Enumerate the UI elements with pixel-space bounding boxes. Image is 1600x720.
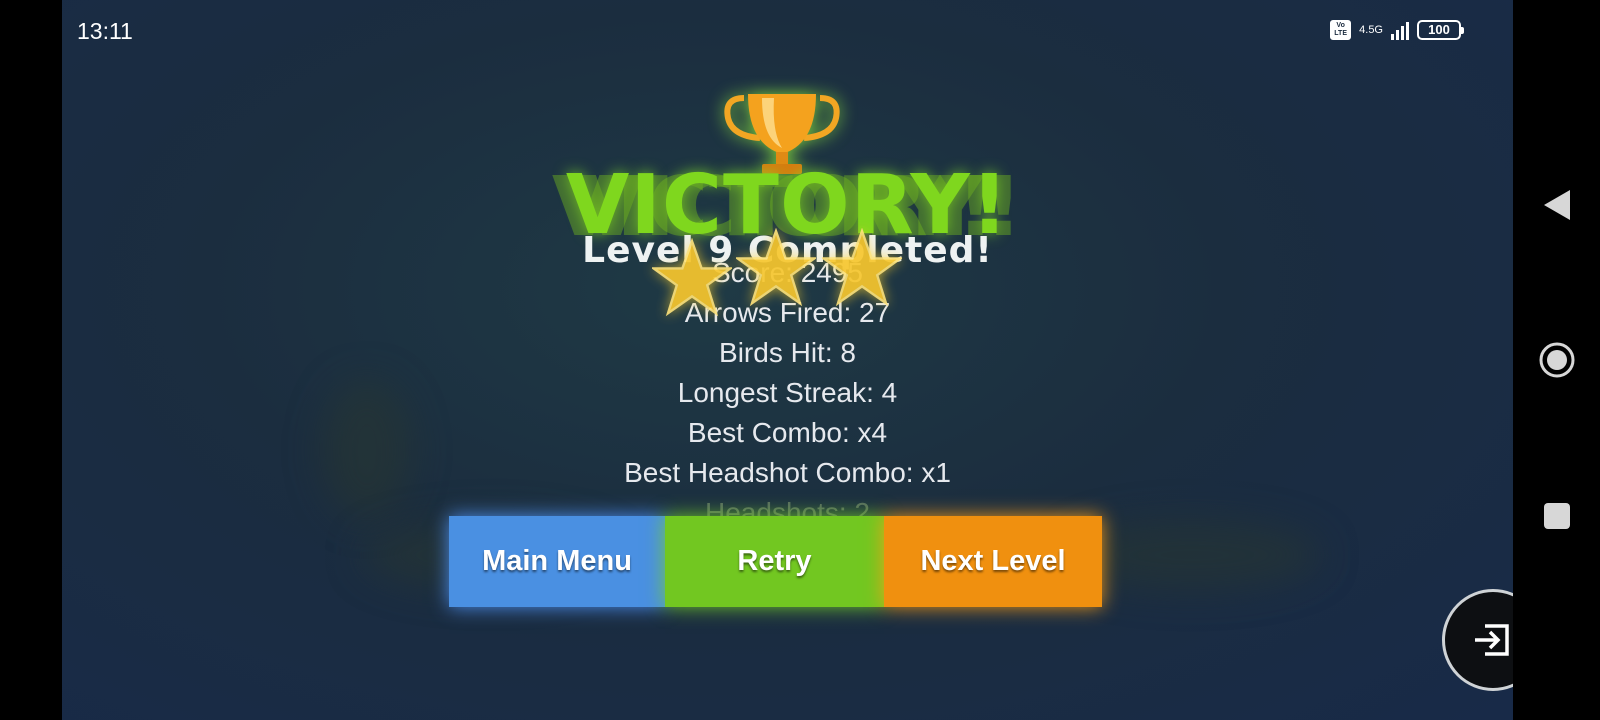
longest-streak-stat: Longest Streak: 4 [677,377,898,408]
star-icon [736,228,816,307]
star-icon [652,238,732,317]
next-level-button[interactable]: Next Level [884,516,1102,607]
recents-square-icon [1543,503,1570,529]
back-triangle-icon [1543,190,1570,220]
exit-icon [1475,624,1509,656]
stars-rating [652,228,912,318]
star-icon [822,228,902,307]
exit-button[interactable] [1442,589,1513,691]
retry-button[interactable]: Retry [665,516,884,607]
back-button[interactable] [1513,188,1600,222]
battery-level: 100 [1428,22,1450,37]
action-buttons: Main Menu Retry Next Level [449,516,1102,607]
best-combo-stat: Best Combo: x4 [687,417,888,448]
status-time: 13:11 [77,18,133,44]
navigation-bar [1513,0,1600,720]
main-menu-button[interactable]: Main Menu [449,516,665,607]
status-icons: Vo LTE 4.5G 100 [1330,20,1464,40]
home-button[interactable] [1513,340,1600,380]
volte-icon: Vo LTE [1330,20,1352,40]
battery-icon: 100 [1417,20,1464,40]
recents-button[interactable] [1513,502,1600,530]
home-circle-icon [1539,342,1574,378]
birds-hit-stat: Birds Hit: 8 [719,337,856,368]
network-type: 4.5G [1359,23,1383,36]
best-headshot-combo-stat: Best Headshot Combo: x1 [624,457,951,488]
game-screen: 13:11 Vo LTE 4.5G 100 VICTORY! Level 9 Co… [62,0,1513,720]
signal-icon [1391,20,1409,40]
